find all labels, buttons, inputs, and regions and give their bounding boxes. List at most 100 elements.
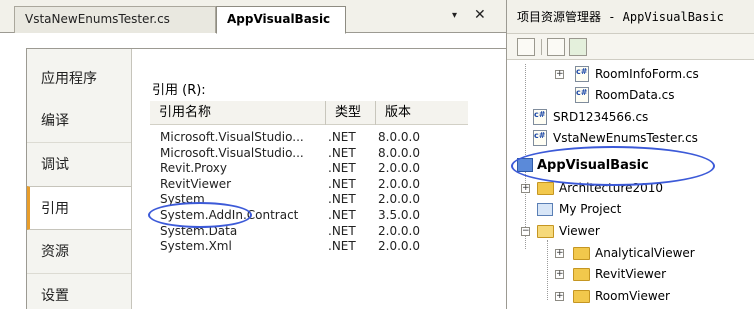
expand-plus-icon[interactable]: + [555, 249, 564, 258]
reference-type: .NET [328, 239, 356, 254]
references-list-header: 引用名称 类型 版本 [150, 101, 468, 125]
reference-row[interactable]: Microsoft.VisualStudio... .NET 8.0.0.0 [150, 146, 468, 162]
expand-plus-icon[interactable]: + [555, 292, 564, 301]
tree-item-label: VstaNewEnumsTester.cs [553, 131, 698, 145]
tree-item-roominfoform[interactable]: + c# RoomInfoForm.cs [507, 64, 754, 85]
tree-item-label: RevitViewer [595, 267, 667, 281]
tree-item-label: RoomInfoForm.cs [595, 67, 699, 81]
cs-file-icon: c# [533, 109, 547, 125]
vb-project-icon [517, 158, 533, 172]
tree-item-label: RoomViewer [595, 289, 670, 303]
tree-item-revitviewer[interactable]: + RevitViewer [507, 264, 754, 285]
my-project-icon [537, 203, 553, 216]
folder-icon [573, 290, 590, 303]
tree-item-label: Viewer [559, 224, 600, 238]
reference-name: System [160, 192, 205, 207]
sidebar-item-compile[interactable]: 编译 [27, 99, 131, 143]
reference-version: 2.0.0.0 [378, 176, 420, 191]
references-rows: Microsoft.VisualStudio... .NET 8.0.0.0 M… [150, 125, 468, 255]
designer-sidebar: 应用程序 编译 调试 引用 资源 设置 [27, 49, 131, 309]
refresh-icon[interactable] [569, 38, 587, 56]
reference-type: .NET [328, 207, 356, 222]
toolbar-separator [541, 39, 542, 55]
reference-row[interactable]: System.Xml .NET 2.0.0.0 [150, 239, 468, 255]
folder-icon [537, 182, 554, 195]
tree-item-label: Architecture2010 [559, 181, 664, 195]
column-header-reference-name[interactable]: 引用名称 [150, 101, 326, 125]
reference-row[interactable]: System .NET 2.0.0.0 [150, 192, 468, 208]
sidebar-item-application[interactable]: 应用程序 [27, 57, 131, 101]
show-all-files-icon[interactable] [547, 38, 565, 56]
reference-type: .NET [328, 223, 356, 238]
reference-type: .NET [328, 176, 356, 191]
column-header-type[interactable]: 类型 [326, 101, 376, 125]
sidebar-item-settings[interactable]: 设置 [27, 274, 131, 309]
tab-app-visual-basic[interactable]: AppVisualBasic [216, 6, 346, 34]
project-properties-designer: 应用程序 编译 调试 引用 资源 设置 引用 (R): 引用名称 类型 版本 M… [26, 48, 506, 309]
project-name-label: AppVisualBasic [537, 158, 649, 173]
cs-file-icon: c# [575, 66, 589, 82]
reference-version: 8.0.0.0 [378, 130, 420, 144]
tree-item-architecture2010[interactable]: + Architecture2010 [507, 178, 754, 199]
expand-plus-icon[interactable]: + [555, 70, 564, 79]
sidebar-item-resources[interactable]: 资源 [27, 230, 131, 274]
tree-item-srd1234566[interactable]: c# SRD1234566.cs [507, 107, 754, 128]
reference-row[interactable]: RevitViewer .NET 2.0.0.0 [150, 177, 468, 193]
tab-vsta-new-enums-tester[interactable]: VstaNewEnumsTester.cs [14, 6, 216, 33]
reference-row[interactable]: System.Data .NET 2.0.0.0 [150, 224, 468, 240]
reference-version: 2.0.0.0 [378, 192, 420, 207]
references-list[interactable]: 引用名称 类型 版本 Microsoft.VisualStudio... .NE… [150, 101, 468, 255]
chevron-down-icon[interactable]: ▾ [452, 10, 457, 21]
reference-version: 2.0.0.0 [378, 161, 420, 176]
tree-item-analyticalviewer[interactable]: + AnalyticalViewer [507, 243, 754, 264]
column-header-version[interactable]: 版本 [376, 101, 468, 125]
cs-file-icon: c# [533, 130, 547, 146]
tree-item-viewer-folder[interactable]: − Viewer [507, 221, 754, 242]
tree-item-label: My Project [559, 202, 622, 216]
solution-explorer-toolbar [507, 34, 754, 60]
tree-item-roomviewer[interactable]: + RoomViewer [507, 286, 754, 307]
document-tab-strip: VstaNewEnumsTester.cs AppVisualBasic ▾ ✕ [0, 0, 506, 34]
folder-icon [573, 268, 590, 281]
reference-type: .NET [328, 192, 356, 207]
collapse-minus-icon[interactable]: − [521, 227, 530, 236]
reference-type: .NET [328, 130, 356, 144]
reference-type: .NET [328, 145, 356, 160]
reference-row[interactable]: System.AddIn.Contract .NET 3.5.0.0 [150, 208, 468, 224]
open-folder-icon [537, 225, 554, 238]
tree-item-my-project[interactable]: My Project [507, 199, 754, 220]
reference-version: 8.0.0.0 [378, 145, 420, 160]
references-panel: 引用 (R): 引用名称 类型 版本 Microsoft.VisualStudi… [131, 49, 506, 309]
tree-item-label: SRD1234566.cs [553, 110, 649, 124]
solution-explorer-pane: 项目资源管理器 - AppVisualBasic + c# RoomInfoFo… [506, 0, 754, 309]
reference-type: .NET [328, 161, 356, 176]
reference-row[interactable]: Revit.Proxy .NET 2.0.0.0 [150, 161, 468, 177]
tree-item-vstanewenumstester[interactable]: c# VstaNewEnumsTester.cs [507, 128, 754, 149]
tree-item-label: AnalyticalViewer [595, 246, 695, 260]
reference-name: System.Data [160, 223, 238, 238]
reference-name: System.AddIn.Contract [160, 207, 299, 222]
reference-row[interactable]: Microsoft.VisualStudio... .NET 8.0.0.0 [150, 130, 468, 146]
properties-icon[interactable] [517, 38, 535, 56]
cs-file-icon: c# [575, 87, 589, 103]
expand-plus-icon[interactable]: + [555, 270, 564, 279]
reference-version: 2.0.0.0 [378, 239, 420, 254]
sidebar-item-references[interactable]: 引用 [27, 186, 131, 230]
project-designer-pane: VstaNewEnumsTester.cs AppVisualBasic ▾ ✕… [0, 0, 506, 309]
reference-version: 2.0.0.0 [378, 223, 420, 238]
folder-icon [573, 247, 590, 260]
expand-plus-icon[interactable]: + [521, 184, 530, 193]
reference-name: RevitViewer [160, 176, 232, 191]
references-label: 引用 (R): [152, 83, 206, 98]
tree-item-roomdata[interactable]: c# RoomData.cs [507, 85, 754, 106]
tree-item-label: RoomData.cs [595, 88, 675, 102]
tree-item-appvisualbasic-project[interactable]: AppVisualBasic [507, 155, 754, 176]
reference-name: Microsoft.VisualStudio... [160, 145, 304, 160]
reference-name: Revit.Proxy [160, 161, 228, 176]
solution-explorer-title: 项目资源管理器 - AppVisualBasic [507, 0, 754, 34]
close-icon[interactable]: ✕ [474, 7, 486, 23]
reference-version: 3.5.0.0 [378, 207, 420, 222]
sidebar-item-debug[interactable]: 调试 [27, 143, 131, 187]
reference-name: Microsoft.VisualStudio... [160, 130, 304, 144]
reference-name: System.Xml [160, 239, 232, 254]
